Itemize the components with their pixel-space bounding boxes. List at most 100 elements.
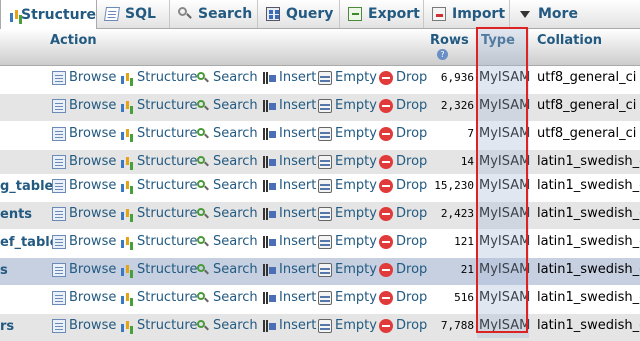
search-label: Search bbox=[213, 318, 258, 333]
empty-action[interactable]: Empty bbox=[318, 154, 377, 169]
browse-action[interactable]: Browse bbox=[52, 206, 116, 221]
tab-query[interactable]: Query bbox=[258, 0, 340, 28]
search-action[interactable]: Search bbox=[196, 70, 258, 85]
browse-action[interactable]: Browse bbox=[52, 154, 116, 169]
help-icon[interactable]: ? bbox=[437, 49, 448, 60]
browse-action[interactable]: Browse bbox=[52, 318, 116, 333]
search-action[interactable]: Search bbox=[196, 206, 258, 221]
insert-action[interactable]: Insert bbox=[262, 206, 316, 221]
collation-value: latin1_swedish_ci bbox=[537, 262, 640, 277]
empty-label: Empty bbox=[335, 70, 377, 85]
search-icon bbox=[196, 99, 210, 113]
empty-action[interactable]: Empty bbox=[318, 206, 377, 221]
structure-action[interactable]: Structure bbox=[120, 178, 197, 193]
insert-action[interactable]: Insert bbox=[262, 290, 316, 305]
collation-value: utf8_general_ci bbox=[537, 98, 637, 113]
insert-icon bbox=[262, 235, 276, 249]
search-action[interactable]: Search bbox=[196, 126, 258, 141]
empty-label: Empty bbox=[335, 290, 377, 305]
structure-action[interactable]: Structure bbox=[120, 206, 197, 221]
collation-value: utf8_general_ci bbox=[537, 70, 637, 85]
table-name-link[interactable]: s bbox=[0, 263, 8, 278]
browse-action[interactable]: Browse bbox=[52, 262, 116, 277]
structure-label: Structure bbox=[137, 178, 198, 193]
structure-action[interactable]: Structure bbox=[120, 154, 197, 169]
empty-action[interactable]: Empty bbox=[318, 318, 377, 333]
insert-action[interactable]: Insert bbox=[262, 178, 316, 193]
table-name-link[interactable]: ef_table bbox=[0, 235, 59, 250]
search-label: Search bbox=[213, 154, 258, 169]
empty-action[interactable]: Empty bbox=[318, 262, 377, 277]
search-label: Search bbox=[213, 126, 258, 141]
table-name-link[interactable]: g_table bbox=[0, 179, 53, 194]
insert-icon bbox=[262, 291, 276, 305]
search-icon bbox=[196, 319, 210, 333]
insert-action[interactable]: Insert bbox=[262, 154, 316, 169]
structure-label: Structure bbox=[137, 154, 198, 169]
structure-label: Structure bbox=[137, 98, 198, 113]
search-action[interactable]: Search bbox=[196, 178, 258, 193]
empty-action[interactable]: Empty bbox=[318, 70, 377, 85]
search-icon bbox=[196, 263, 210, 277]
tab-more[interactable]: More bbox=[510, 0, 580, 28]
empty-icon bbox=[318, 206, 332, 221]
structure-action[interactable]: Structure bbox=[120, 318, 197, 333]
structure-icon bbox=[120, 155, 134, 169]
insert-action[interactable]: Insert bbox=[262, 318, 316, 333]
empty-action[interactable]: Empty bbox=[318, 178, 377, 193]
insert-action[interactable]: Insert bbox=[262, 126, 316, 141]
search-action[interactable]: Search bbox=[196, 262, 258, 277]
search-action[interactable]: Search bbox=[196, 234, 258, 249]
tab-export[interactable]: Export bbox=[340, 0, 424, 28]
table-name-link[interactable]: ents bbox=[0, 207, 32, 222]
empty-label: Empty bbox=[335, 206, 377, 221]
structure-action[interactable]: Structure bbox=[120, 262, 197, 277]
empty-action[interactable]: Empty bbox=[318, 234, 377, 249]
drop-icon bbox=[379, 126, 393, 141]
insert-action[interactable]: Insert bbox=[262, 234, 316, 249]
table-name-link[interactable]: rs bbox=[0, 319, 14, 334]
header-rows[interactable]: Rows bbox=[430, 33, 469, 48]
search-label: Search bbox=[213, 234, 258, 249]
insert-action[interactable]: Insert bbox=[262, 262, 316, 277]
tab-sql[interactable]: SQL bbox=[97, 0, 170, 28]
structure-icon bbox=[120, 291, 134, 305]
search-action[interactable]: Search bbox=[196, 154, 258, 169]
tab-bar: Structure SQL Search Query Export Import… bbox=[0, 0, 640, 29]
browse-action[interactable]: Browse bbox=[52, 70, 116, 85]
tab-search[interactable]: Search bbox=[170, 0, 258, 28]
tab-structure[interactable]: Structure bbox=[0, 0, 97, 29]
empty-action[interactable]: Empty bbox=[318, 98, 377, 113]
collation-value: utf8_general_ci bbox=[537, 126, 637, 141]
browse-action[interactable]: Browse bbox=[52, 98, 116, 113]
row-count: 6,936 bbox=[440, 71, 474, 84]
drop-icon bbox=[379, 234, 393, 249]
insert-action[interactable]: Insert bbox=[262, 70, 316, 85]
structure-action[interactable]: Structure bbox=[120, 234, 197, 249]
structure-icon bbox=[120, 319, 134, 333]
search-action[interactable]: Search bbox=[196, 290, 258, 305]
search-icon bbox=[196, 235, 210, 249]
browse-action[interactable]: Browse bbox=[52, 234, 116, 249]
insert-action[interactable]: Insert bbox=[262, 98, 316, 113]
search-icon bbox=[196, 179, 210, 193]
tab-import[interactable]: Import bbox=[424, 0, 510, 28]
header-collation[interactable]: Collation bbox=[537, 33, 602, 48]
browse-action[interactable]: Browse bbox=[52, 126, 116, 141]
structure-action[interactable]: Structure bbox=[120, 70, 197, 85]
structure-action[interactable]: Structure bbox=[120, 290, 197, 305]
search-action[interactable]: Search bbox=[196, 98, 258, 113]
empty-action[interactable]: Empty bbox=[318, 126, 377, 141]
structure-action[interactable]: Structure bbox=[120, 98, 197, 113]
header-action: Action bbox=[50, 33, 97, 48]
browse-action[interactable]: Browse bbox=[52, 290, 116, 305]
insert-label: Insert bbox=[279, 206, 317, 221]
empty-action[interactable]: Empty bbox=[318, 290, 377, 305]
table-icon bbox=[52, 290, 66, 305]
structure-action[interactable]: Structure bbox=[120, 126, 197, 141]
empty-label: Empty bbox=[335, 262, 377, 277]
table-icon bbox=[52, 98, 66, 113]
structure-icon bbox=[120, 235, 134, 249]
browse-action[interactable]: Browse bbox=[52, 178, 116, 193]
search-action[interactable]: Search bbox=[196, 318, 258, 333]
